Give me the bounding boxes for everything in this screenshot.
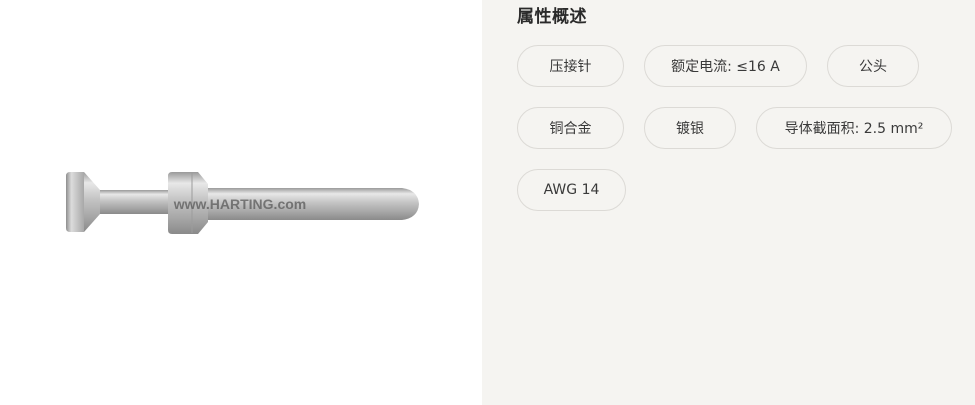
section-title: 属性概述 [517, 7, 587, 27]
crimp-pin-image: www.HARTING.com [66, 172, 419, 234]
watermark-text: www.HARTING.com [173, 196, 307, 212]
chip-rated-current[interactable]: 额定电流: ≤16 A [644, 45, 807, 87]
chip-conductor-cross-section[interactable]: 导体截面积: 2.5 mm² [756, 107, 952, 149]
chip-crimp-pin[interactable]: 压接针 [517, 45, 624, 87]
chip-male[interactable]: 公头 [827, 45, 919, 87]
chip-silver-plated[interactable]: 镀银 [644, 107, 736, 149]
chip-copper-alloy[interactable]: 铜合金 [517, 107, 624, 149]
chip-awg[interactable]: AWG 14 [517, 169, 626, 211]
product-image-panel: www.HARTING.com [0, 0, 482, 405]
